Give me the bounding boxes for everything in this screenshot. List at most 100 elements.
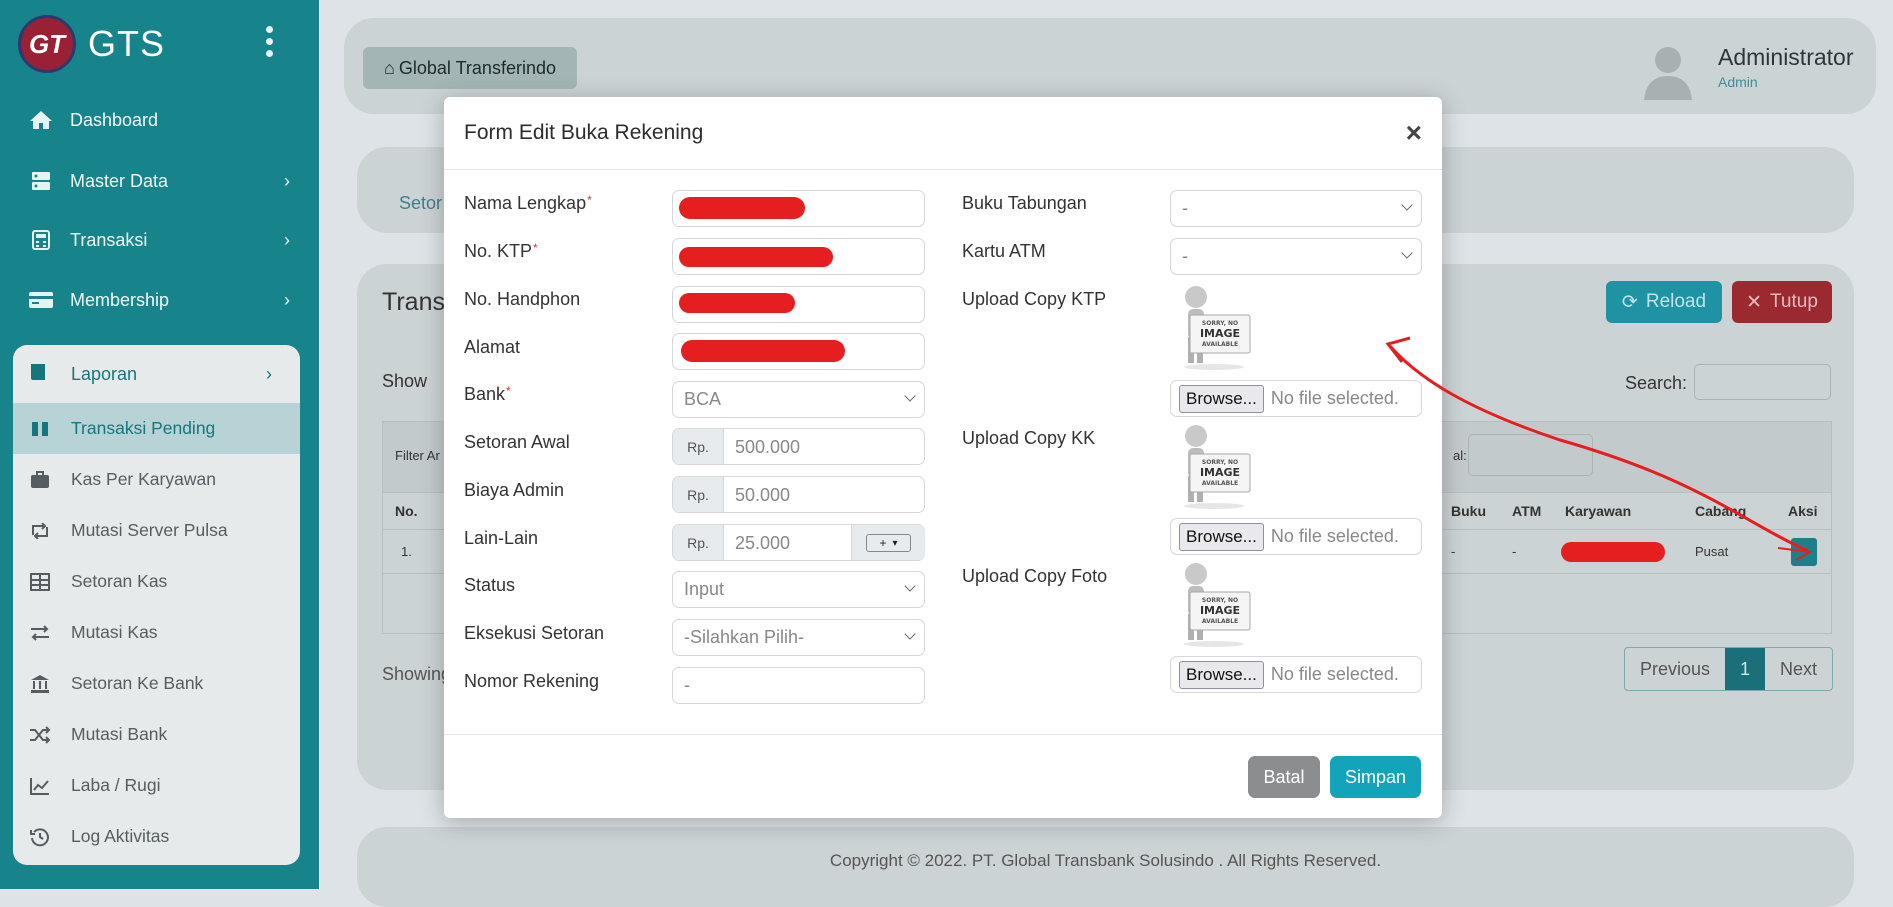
filter-input[interactable] [1468,434,1593,476]
search-input[interactable] [1694,364,1831,400]
alamat-input[interactable] [672,333,925,370]
home-icon: ⌂ [384,57,395,78]
no-image-placeholder: SORRY, NO IMAGE AVAILABLE [1174,285,1254,373]
reload-button[interactable]: ⟳ Reload [1606,281,1722,323]
status-select[interactable]: Input [672,571,925,608]
nama-input[interactable] [672,190,925,227]
sidebar-item-mutasi-bank[interactable]: Mutasi Bank [13,709,300,760]
browse-button[interactable]: Browse... [1179,384,1264,413]
biaya-input[interactable]: Rp. 50.000 [672,476,925,513]
sidebar-item-transaksi-pending[interactable]: Transaksi Pending [13,403,300,454]
brand-button[interactable]: ⌂ Global Transferindo [363,47,577,89]
required-mark: * [506,384,511,398]
logo[interactable]: GT GTS [18,14,165,74]
ktp-file-input[interactable]: Browse... No file selected. [1170,380,1422,417]
sidebar-item-membership[interactable]: Membership › [28,280,290,320]
chevron-right-icon: › [284,289,290,310]
eksekusi-label: Eksekusi Setoran [464,623,605,643]
nomor-input[interactable]: - [672,667,925,704]
footer: Copyright © 2022. PT. Global Transbank S… [357,827,1854,907]
tab-setor[interactable]: Setor [399,193,442,214]
edit-button[interactable] [1791,538,1817,566]
currency-addon: Rp. [673,525,724,560]
prev-button[interactable]: Previous [1625,648,1725,690]
sub-item-label: Mutasi Bank [71,724,168,744]
col-aksi: Aksi [1788,503,1818,519]
required-mark: * [533,241,538,255]
col-atm[interactable]: ATM [1512,503,1541,519]
redaction-mark [679,293,795,313]
reload-label: Reload [1645,291,1707,312]
setoran-value: 500.000 [735,437,801,457]
col-buku[interactable]: Buku [1451,503,1486,519]
sidebar-item-kas-per-karyawan[interactable]: Kas Per Karyawan [13,454,300,505]
edit-modal: Form Edit Buka Rekening × Nama Lengkap* … [444,97,1442,818]
alamat-label: Alamat [464,337,521,357]
buku-select[interactable]: - [1170,190,1422,227]
next-button[interactable]: Next [1765,648,1832,690]
sub-item-label: Setoran Kas [71,571,168,591]
status-value: Input [684,579,725,599]
sidebar-item-setoran-kas[interactable]: Setoran Kas [13,556,300,607]
sidebar-item-transaksi[interactable]: Transaksi › [28,220,290,260]
sub-item-label: Setoran Ke Bank [71,673,204,693]
sidebar-item-dashboard[interactable]: Dashboard [28,100,290,140]
eksekusi-select[interactable]: -Silahkan Pilih- [672,619,925,656]
currency-addon: Rp. [673,429,724,464]
svg-text:AVAILABLE: AVAILABLE [1202,341,1238,348]
col-cabang[interactable]: Cabang [1695,503,1746,519]
simpan-button[interactable]: Simpan [1330,756,1421,798]
file-status: No file selected. [1270,388,1399,408]
divider [444,734,1442,735]
lain-input[interactable]: Rp. 25.000 + ▾ [672,524,925,561]
chart-line-icon [29,777,51,795]
chevron-down-icon [904,390,916,402]
svg-text:AVAILABLE: AVAILABLE [1202,480,1238,487]
file-status: No file selected. [1270,526,1399,546]
sidebar-item-laba-rugi[interactable]: Laba / Rugi [13,760,300,811]
close-icon[interactable]: × [1406,117,1422,149]
tutup-button[interactable]: ✕ Tutup [1732,281,1832,323]
sidebar-item-log-aktivitas[interactable]: Log Aktivitas [13,811,300,862]
browse-button[interactable]: Browse... [1179,522,1264,551]
sidebar-item-master-data[interactable]: Master Data › [28,161,290,201]
logo-mark: GT [18,15,76,73]
browse-button[interactable]: Browse... [1179,660,1264,689]
currency-addon: Rp. [673,477,724,512]
setoran-input[interactable]: Rp. 500.000 [672,428,925,465]
status-label: Status [464,575,516,595]
server-icon [28,170,54,192]
no-image-placeholder: SORRY, NO IMAGE AVAILABLE [1174,424,1254,512]
svg-text:IMAGE: IMAGE [1200,327,1240,340]
sidebar-item-laporan[interactable]: Laporan › [13,345,300,403]
sidebar-item-mutasi-server-pulsa[interactable]: Mutasi Server Pulsa [13,505,300,556]
col-karyawan[interactable]: Karyawan [1565,503,1631,519]
chevron-right-icon: › [284,229,290,250]
bank-label: Bank* [464,384,511,405]
atm-select[interactable]: - [1170,238,1422,275]
col-no[interactable]: No. [395,503,418,519]
avatar[interactable] [1640,40,1696,100]
biaya-label: Biaya Admin [464,480,565,500]
hp-input[interactable] [672,286,925,323]
kk-file-input[interactable]: Browse... No file selected. [1170,518,1422,555]
ktp-label: No. KTP* [464,241,538,262]
ktp-input[interactable] [672,238,925,275]
sub-item-label: Laba / Rugi [71,775,161,795]
shuffle-icon [29,725,51,744]
lain-label: Lain-Lain [464,528,539,548]
foto-file-input[interactable]: Browse... No file selected. [1170,656,1422,693]
bank-select[interactable]: BCA [672,381,925,418]
book-icon [29,362,51,387]
batal-button[interactable]: Batal [1248,756,1320,798]
sign-select[interactable]: + ▾ [866,534,911,552]
sidebar-item-setoran-ke-bank[interactable]: Setoran Ke Bank [13,658,300,709]
kebab-menu-icon[interactable] [266,26,274,60]
columns-icon [29,421,51,437]
nama-label: Nama Lengkap* [464,193,592,214]
ktp-text: No. KTP [464,241,533,261]
page-1-button[interactable]: 1 [1725,648,1766,690]
card-icon [28,289,54,311]
sub-item-label: Kas Per Karyawan [71,469,216,489]
sidebar-item-mutasi-kas[interactable]: Mutasi Kas [13,607,300,658]
